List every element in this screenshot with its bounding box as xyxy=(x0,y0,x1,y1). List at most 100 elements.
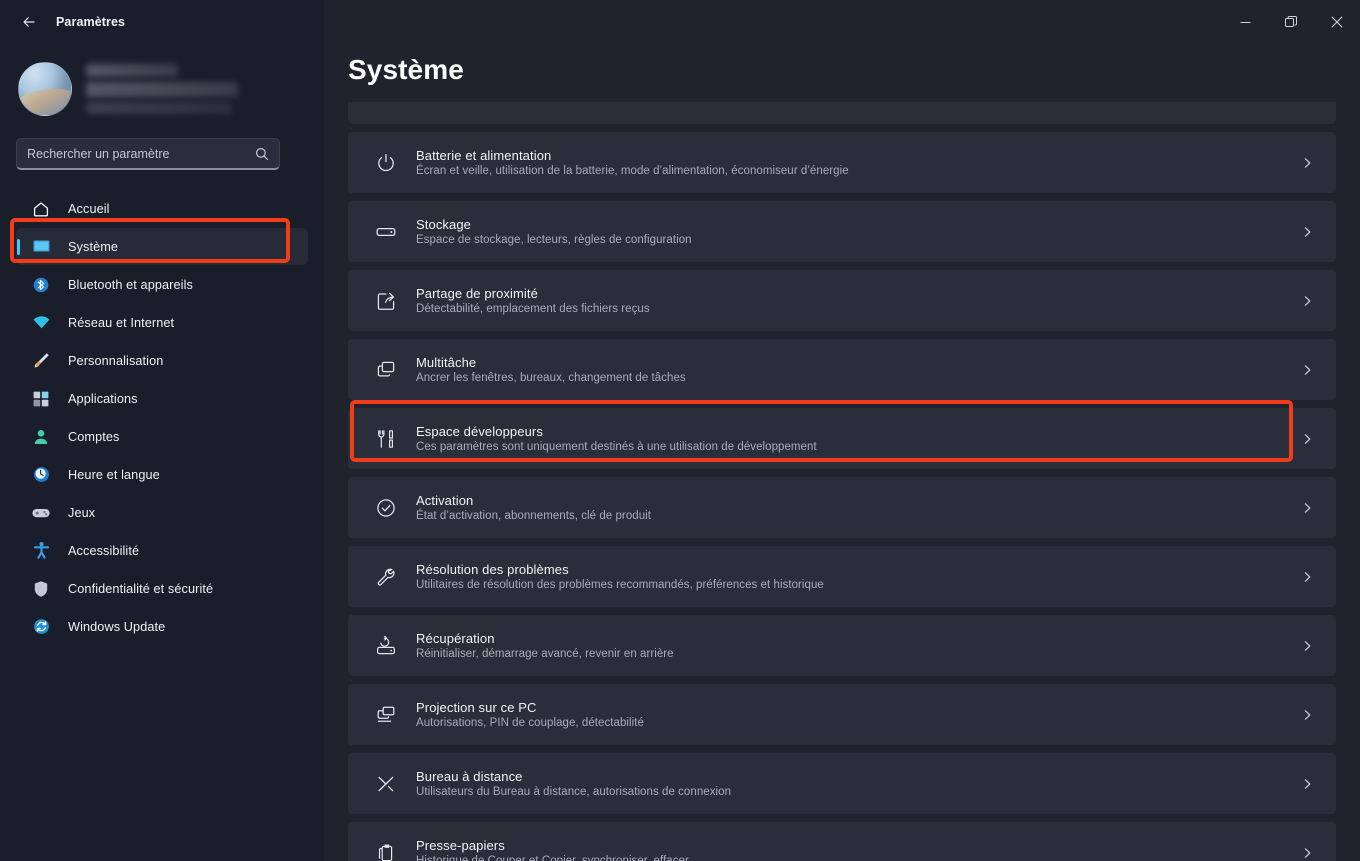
setting-card-title: Bureau à distance xyxy=(416,769,523,784)
sidebar-item-label: Accueil xyxy=(68,201,110,216)
setting-card-activation[interactable]: Activation État d’activation, abonnement… xyxy=(348,477,1336,538)
setting-card-title: Stockage xyxy=(416,217,472,232)
sidebar-item-applications[interactable]: Applications xyxy=(16,380,308,417)
account-name-redacted xyxy=(86,64,238,114)
setting-card-title: Résolution des problèmes xyxy=(416,562,569,577)
sidebar-item-accessibilite[interactable]: Accessibilité xyxy=(16,532,308,569)
paintbrush-icon xyxy=(30,351,52,371)
sidebar-item-heure-langue[interactable]: Heure et langue xyxy=(16,456,308,493)
gamepad-icon xyxy=(30,503,52,523)
setting-card-batterie-et-alimentation[interactable]: Batterie et alimentation Écran et veille… xyxy=(348,132,1336,193)
recovery-icon xyxy=(372,632,400,660)
sidebar-item-reseau[interactable]: Réseau et Internet xyxy=(16,304,308,341)
chevron-right-icon[interactable] xyxy=(1301,225,1314,238)
chevron-right-icon[interactable] xyxy=(1301,570,1314,583)
setting-card-bureau-a-distance[interactable]: Bureau à distance Utilisateurs du Bureau… xyxy=(348,753,1336,814)
setting-card-title: Partage de proximité xyxy=(416,286,538,301)
main-content: Système Batterie et alimentation Écran e… xyxy=(324,0,1360,861)
setting-card-partage-de-proximite[interactable]: Partage de proximité Détectabilité, empl… xyxy=(348,270,1336,331)
wifi-icon xyxy=(30,313,52,333)
back-arrow-icon xyxy=(21,14,37,30)
setting-card-subtitle: État d’activation, abonnements, clé de p… xyxy=(416,510,652,522)
search-icon[interactable] xyxy=(255,147,269,161)
drive-icon xyxy=(372,218,400,246)
clock-icon xyxy=(30,465,52,485)
maximize-button[interactable] xyxy=(1268,0,1314,44)
windows-stack-icon xyxy=(372,356,400,384)
search-input[interactable] xyxy=(27,146,255,161)
chevron-right-icon[interactable] xyxy=(1301,156,1314,169)
sidebar-item-personnalisation[interactable]: Personnalisation xyxy=(16,342,308,379)
setting-card-espace-developpeurs[interactable]: Espace développeurs Ces paramètres sont … xyxy=(348,408,1336,469)
shield-icon xyxy=(30,579,52,599)
sidebar-item-label: Système xyxy=(68,239,119,254)
chevron-right-icon[interactable] xyxy=(1301,432,1314,445)
setting-card-subtitle: Ces paramètres sont uniquement destinés … xyxy=(416,441,817,453)
apps-icon xyxy=(30,389,52,409)
chevron-right-icon[interactable] xyxy=(1301,777,1314,790)
home-icon xyxy=(30,199,52,219)
sidebar-nav: Accueil Système Bluetooth et appareils R… xyxy=(0,190,324,645)
redacted-line xyxy=(86,82,238,97)
setting-card-subtitle: Réinitialiser, démarrage avancé, revenir… xyxy=(416,648,674,660)
wrench-icon xyxy=(372,563,400,591)
sidebar-item-label: Accessibilité xyxy=(68,543,140,558)
partial-card-above[interactable] xyxy=(348,102,1336,124)
sidebar-item-confidentialite[interactable]: Confidentialité et sécurité xyxy=(16,570,308,607)
share-icon xyxy=(372,287,400,315)
setting-card-title: Activation xyxy=(416,493,474,508)
page-title: Système xyxy=(348,54,464,85)
account-block[interactable] xyxy=(0,44,324,120)
close-button[interactable] xyxy=(1314,0,1360,44)
sidebar-item-accueil[interactable]: Accueil xyxy=(16,190,308,227)
sidebar-item-jeux[interactable]: Jeux xyxy=(16,494,308,531)
setting-card-multitache[interactable]: Multitâche Ancrer les fenêtres, bureaux,… xyxy=(348,339,1336,400)
setting-card-resolution-des-problemes[interactable]: Résolution des problèmes Utilitaires de … xyxy=(348,546,1336,607)
sidebar-item-windows-update[interactable]: Windows Update xyxy=(16,608,308,645)
setting-card-subtitle: Détectabilité, emplacement des fichiers … xyxy=(416,303,650,315)
setting-card-subtitle: Écran et veille, utilisation de la batte… xyxy=(416,165,849,177)
setting-card-recuperation[interactable]: Récupération Réinitialiser, démarrage av… xyxy=(348,615,1336,676)
redacted-line xyxy=(86,102,232,114)
setting-card-subtitle: Utilitaires de résolution des problèmes … xyxy=(416,579,824,591)
check-circle-icon xyxy=(372,494,400,522)
window-controls xyxy=(1222,0,1360,44)
search-box[interactable] xyxy=(16,138,280,170)
setting-card-title: Récupération xyxy=(416,631,495,646)
avatar[interactable] xyxy=(18,62,72,116)
back-button[interactable] xyxy=(12,6,46,38)
chevron-right-icon[interactable] xyxy=(1301,846,1314,859)
sidebar-item-comptes[interactable]: Comptes xyxy=(16,418,308,455)
chevron-right-icon[interactable] xyxy=(1301,639,1314,652)
settings-list: Batterie et alimentation Écran et veille… xyxy=(324,102,1360,861)
update-icon xyxy=(30,617,52,637)
chevron-right-icon[interactable] xyxy=(1301,708,1314,721)
sidebar-item-label: Comptes xyxy=(68,429,120,444)
chevron-right-icon[interactable] xyxy=(1301,501,1314,514)
chevron-right-icon[interactable] xyxy=(1301,294,1314,307)
settings-window: Paramètres Rechercher un paramètre Accue… xyxy=(0,0,1360,861)
sidebar: Accueil Système xyxy=(0,0,324,861)
sidebar-item-systeme[interactable]: Système xyxy=(16,228,308,265)
setting-card-title: Espace développeurs xyxy=(416,424,543,439)
chevron-right-icon[interactable] xyxy=(1301,363,1314,376)
accessibility-icon xyxy=(30,541,52,561)
sidebar-item-label: Bluetooth et appareils xyxy=(68,277,193,292)
minimize-icon xyxy=(1240,17,1251,28)
power-icon xyxy=(372,149,400,177)
setting-card-presse-papiers[interactable]: Presse-papiers Historique de Couper et C… xyxy=(348,822,1336,861)
developer-tools-icon xyxy=(372,425,400,453)
sidebar-item-bluetooth[interactable]: Bluetooth et appareils xyxy=(16,266,308,303)
setting-card-subtitle: Utilisateurs du Bureau à distance, autor… xyxy=(416,786,732,798)
setting-card-stockage[interactable]: Stockage Espace de stockage, lecteurs, r… xyxy=(348,201,1336,262)
maximize-icon xyxy=(1285,16,1297,28)
setting-card-projection-sur-ce-pc[interactable]: Projection sur ce PC Autorisations, PIN … xyxy=(348,684,1336,745)
window-title: Paramètres xyxy=(56,15,126,29)
project-screen-icon xyxy=(372,701,400,729)
setting-card-title: Presse-papiers xyxy=(416,838,505,853)
sidebar-item-label: Jeux xyxy=(68,505,96,520)
minimize-button[interactable] xyxy=(1222,0,1268,44)
sidebar-item-label: Confidentialité et sécurité xyxy=(68,581,214,596)
sidebar-item-label: Heure et langue xyxy=(68,467,160,482)
setting-card-subtitle: Historique de Couper et Copier, synchron… xyxy=(416,855,689,861)
